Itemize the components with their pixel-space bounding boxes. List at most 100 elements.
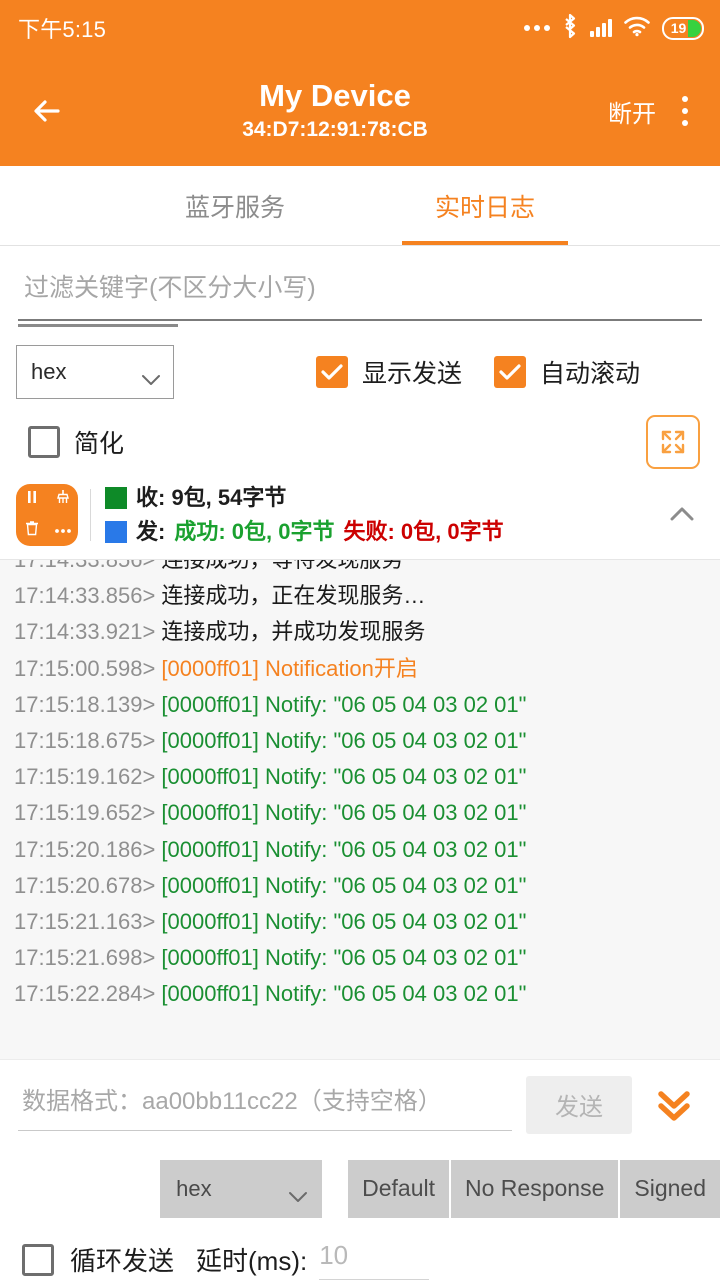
pause-icon (24, 489, 40, 510)
log-message: [0000ff01] Notify: "06 05 04 03 02 01" (161, 909, 526, 934)
log-timestamp: 17:14:33.921> (14, 619, 161, 644)
controls-row-secondary: 简化 (0, 399, 720, 469)
back-arrow-icon[interactable] (26, 88, 72, 134)
tx-color-swatch (105, 521, 127, 543)
auto-scroll-checkbox-group[interactable]: 自动滚动 (494, 354, 640, 390)
delay-input[interactable] (315, 1240, 483, 1279)
log-line: 17:15:20.186> [0000ff01] Notify: "06 05 … (14, 832, 720, 868)
loop-send-label: 循环发送 (70, 1241, 174, 1278)
status-bar: 下午5:15 19 (0, 0, 720, 56)
app-bar-titles: My Device 34:D7:12:91:78:CB (76, 77, 594, 145)
tab-realtime-log[interactable]: 实时日志 (360, 166, 610, 245)
log-timestamp: 17:15:20.186> (14, 837, 161, 862)
log-timestamp: 17:15:21.163> (14, 909, 161, 934)
log-message: [0000ff01] Notify: "06 05 04 03 02 01" (161, 728, 526, 753)
log-timestamp: 17:14:33.856> (14, 583, 161, 608)
stats-bar: 收: 9包, 54字节 发: 成功: 0包, 0字节 失败: 0包, 0字节 (0, 469, 720, 559)
chevron-double-down-icon[interactable] (646, 1081, 702, 1131)
log-line: 17:15:22.284> [0000ff01] Notify: "06 05 … (14, 976, 720, 1012)
log-message: [0000ff01] Notify: "06 05 04 03 02 01" (161, 800, 526, 825)
write-type-no-response[interactable]: No Response (451, 1160, 620, 1218)
show-send-checkbox-group[interactable]: 显示发送 (316, 354, 462, 390)
auto-scroll-checkbox[interactable] (494, 356, 526, 388)
rx-stats-label: 收: 9包, 54字节 (136, 481, 286, 515)
simplify-checkbox[interactable] (28, 426, 60, 458)
log-line: 17:15:19.652> [0000ff01] Notify: "06 05 … (14, 795, 720, 831)
filter-input[interactable] (18, 274, 702, 319)
log-line: 17:14:33.921> 连接成功，并成功发现服务 (14, 614, 720, 650)
log-message: [0000ff01] Notify: "06 05 04 03 02 01" (161, 873, 526, 898)
more-dots-icon (524, 25, 550, 31)
app-bar: My Device 34:D7:12:91:78:CB 断开 (0, 56, 720, 166)
send-button[interactable]: 发送 (526, 1076, 632, 1134)
show-send-checkbox[interactable] (316, 356, 348, 388)
log-message: [0000ff01] Notify: "06 05 04 03 02 01" (161, 981, 526, 1006)
log-list-inner: 17:14:33.856> 连接成功，等待发现服务17:14:33.856> 连… (14, 559, 720, 1013)
log-message: 连接成功，等待发现服务 (161, 559, 403, 572)
write-format-select[interactable]: hex (160, 1160, 322, 1218)
bluetooth-icon (561, 13, 579, 44)
filter-accent-bar (18, 324, 178, 327)
send-data-input[interactable] (18, 1088, 512, 1130)
disconnect-button[interactable]: 断开 (594, 94, 670, 129)
signal-icon (590, 19, 612, 37)
rx-stats-line: 收: 9包, 54字节 (105, 481, 662, 515)
status-bar-clock: 下午5:15 (18, 12, 106, 44)
log-line: 17:15:21.698> [0000ff01] Notify: "06 05 … (14, 940, 720, 976)
log-message: 连接成功，并成功发现服务 (161, 619, 425, 644)
loop-send-row: 循环发送 延时(ms): (0, 1218, 720, 1280)
log-line: 17:15:19.162> [0000ff01] Notify: "06 05 … (14, 759, 720, 795)
log-message: [0000ff01] Notify: "06 05 04 03 02 01" (161, 764, 526, 789)
loop-send-checkbox[interactable] (22, 1244, 54, 1276)
stats-divider (90, 489, 91, 541)
filter-underline (18, 319, 702, 321)
log-timestamp: 17:15:21.698> (14, 945, 161, 970)
log-line: 17:15:20.678> [0000ff01] Notify: "06 05 … (14, 868, 720, 904)
controls-row-primary: hex 显示发送 自动滚动 (0, 327, 720, 399)
wifi-icon (623, 15, 651, 42)
log-message: [0000ff01] Notify: "06 05 04 03 02 01" (161, 945, 526, 970)
write-format-value: hex (176, 1176, 211, 1202)
log-timestamp: 17:15:22.284> (14, 981, 161, 1006)
rx-color-swatch (105, 487, 127, 509)
status-bar-icons: 19 (524, 13, 704, 44)
send-field (18, 1088, 526, 1132)
tx-success-label: 成功: 0包, 0字节 (174, 515, 334, 549)
write-type-signed[interactable]: Signed (620, 1160, 720, 1218)
chevron-up-icon[interactable] (662, 495, 702, 535)
log-line: 17:15:18.139> [0000ff01] Notify: "06 05 … (14, 687, 720, 723)
tab-bluetooth-services[interactable]: 蓝牙服务 (110, 166, 360, 245)
broom-icon (55, 489, 71, 510)
chevron-down-icon (288, 1183, 308, 1195)
device-address: 34:D7:12:91:78:CB (76, 115, 594, 145)
write-type-segmented-control: Default No Response Signed (348, 1160, 720, 1218)
tx-stats-line: 发: 成功: 0包, 0字节 失败: 0包, 0字节 (105, 515, 662, 549)
log-message: [0000ff01] Notify: "06 05 04 03 02 01" (161, 837, 526, 862)
delay-label: 延时(ms): (196, 1241, 307, 1278)
log-timestamp: 17:15:20.678> (14, 873, 161, 898)
log-line: 17:14:33.856> 连接成功，正在发现服务… (14, 578, 720, 614)
stats-text-block: 收: 9包, 54字节 发: 成功: 0包, 0字节 失败: 0包, 0字节 (105, 481, 662, 549)
battery-icon: 19 (662, 17, 704, 40)
log-timestamp: 17:15:00.598> (14, 656, 161, 681)
log-line: 17:14:33.856> 连接成功，等待发现服务 (14, 559, 720, 578)
kebab-menu-icon[interactable] (670, 96, 700, 126)
page-title: My Device (76, 77, 594, 115)
log-timestamp: 17:15:19.162> (14, 764, 161, 789)
write-type-default[interactable]: Default (348, 1160, 451, 1218)
write-options-row: hex Default No Response Signed (0, 1154, 720, 1218)
log-list[interactable]: 17:14:33.856> 连接成功，等待发现服务17:14:33.856> 连… (0, 559, 720, 1059)
simplify-label: 简化 (74, 424, 124, 460)
tx-fail-label: 失败: 0包, 0字节 (343, 515, 503, 549)
chevron-down-icon (141, 366, 161, 378)
send-underline (18, 1130, 512, 1132)
battery-level-label: 19 (671, 20, 687, 36)
fullscreen-expand-icon[interactable] (646, 415, 700, 469)
trash-icon (24, 520, 40, 541)
log-actions-button[interactable] (16, 484, 78, 546)
simplify-checkbox-group[interactable]: 简化 (28, 424, 124, 460)
log-message: 连接成功，正在发现服务… (161, 583, 425, 608)
send-row: 发送 (0, 1059, 720, 1154)
log-format-select[interactable]: hex (16, 345, 174, 399)
delay-field (315, 1240, 483, 1280)
